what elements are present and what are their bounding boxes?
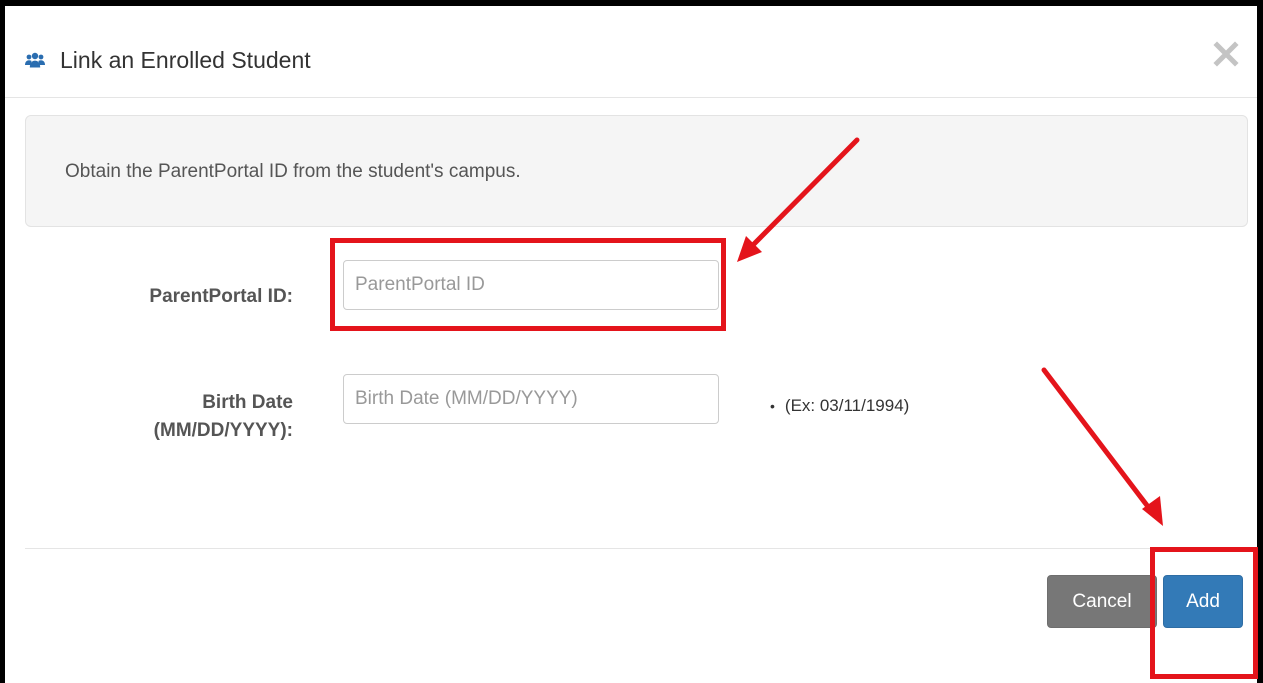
birth-date-label: Birth Date (MM/DD/YYYY): bbox=[65, 389, 293, 445]
birth-date-hint: • (Ex: 03/11/1994) bbox=[770, 395, 909, 417]
birth-date-hint-text: (Ex: 03/11/1994) bbox=[784, 396, 910, 415]
modal-title: Link an Enrolled Student bbox=[60, 47, 311, 73]
info-alert: Obtain the ParentPortal ID from the stud… bbox=[25, 115, 1248, 227]
birth-date-input[interactable] bbox=[343, 374, 719, 424]
birth-date-label-line2: (MM/DD/YYYY): bbox=[153, 420, 293, 441]
birth-date-label-line1: Birth Date bbox=[202, 392, 293, 413]
footer-divider bbox=[25, 548, 1248, 549]
parentportal-id-label: ParentPortal ID: bbox=[149, 286, 293, 307]
modal-header: Link an Enrolled Student bbox=[5, 6, 1257, 98]
parentportal-id-input[interactable] bbox=[343, 260, 719, 310]
cancel-button[interactable]: Cancel bbox=[1047, 575, 1157, 628]
add-button[interactable]: Add bbox=[1163, 575, 1243, 628]
bullet-icon: • bbox=[770, 398, 775, 414]
close-icon[interactable] bbox=[1212, 40, 1240, 68]
users-icon bbox=[25, 52, 45, 68]
alert-text: Obtain the ParentPortal ID from the stud… bbox=[65, 161, 521, 182]
